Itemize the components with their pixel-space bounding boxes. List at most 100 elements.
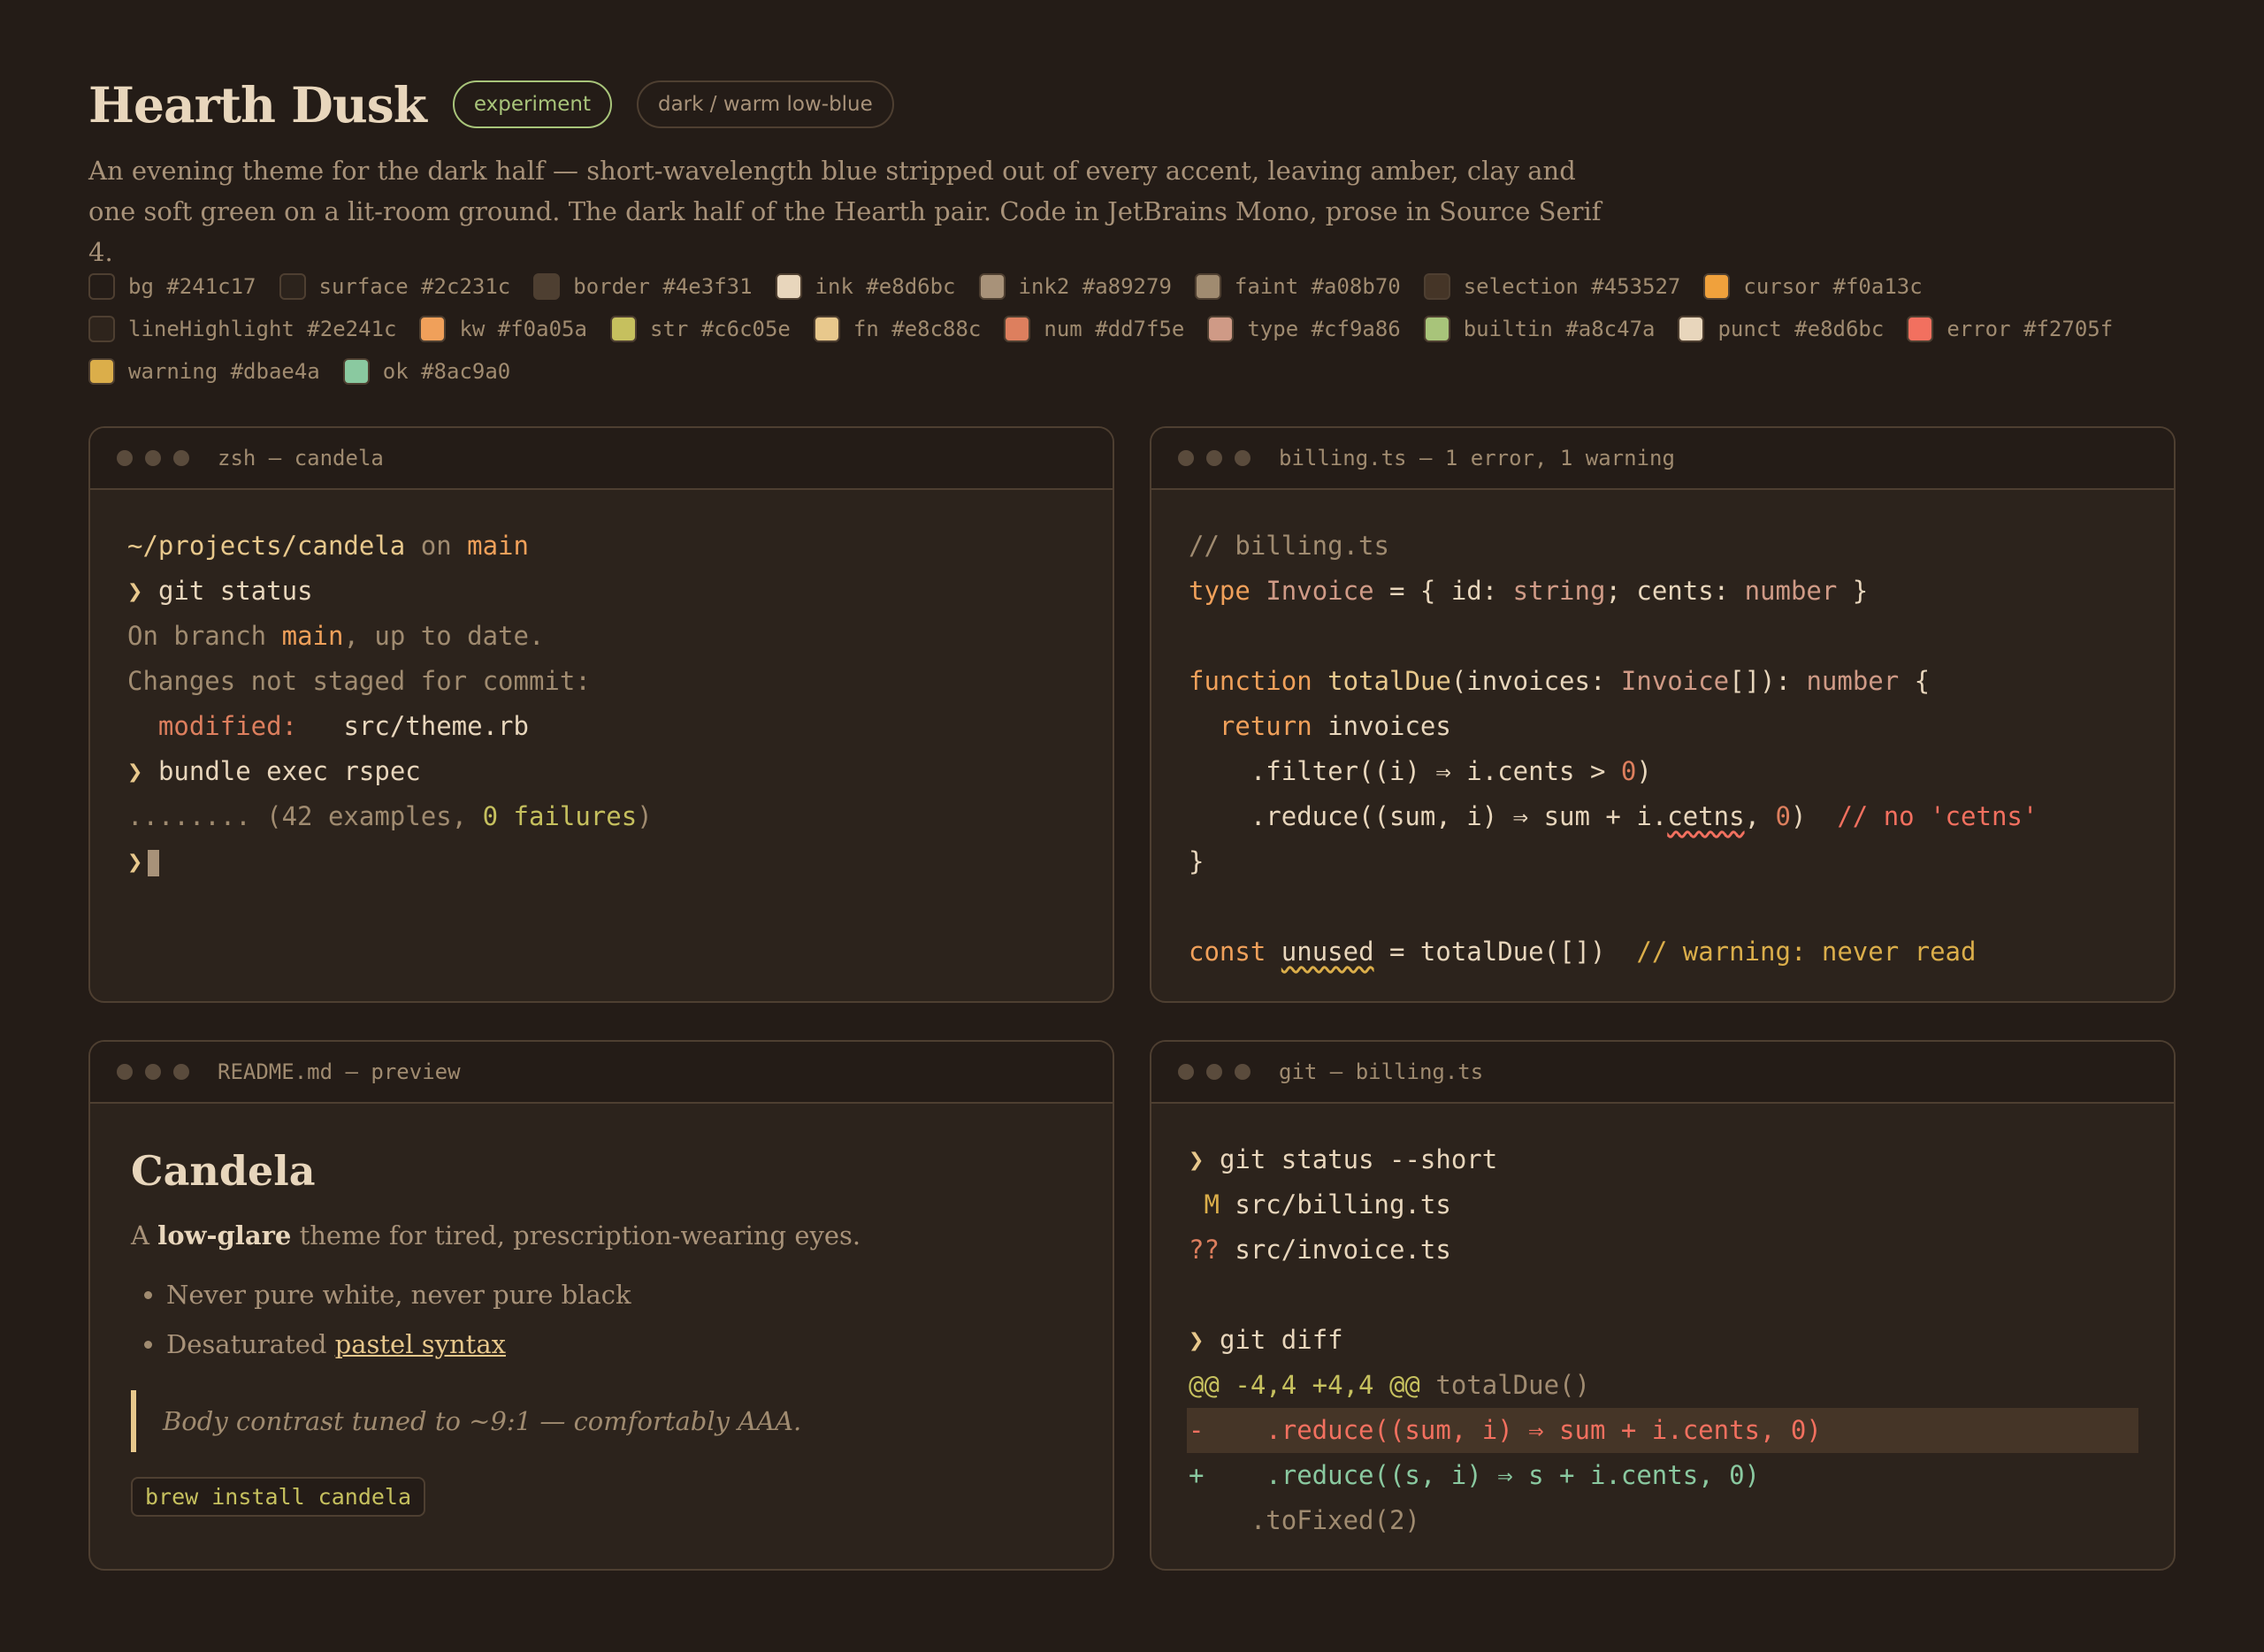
readme-list: Never pure white, never pure black Desat… [166, 1270, 1072, 1369]
window-dot-icon[interactable] [117, 1064, 133, 1080]
prompt-icon: ❯ [127, 846, 143, 876]
swatch-label: selection #453527 [1463, 274, 1681, 299]
on-label: on [420, 531, 452, 561]
swatch-item: faint #a08b70 [1194, 265, 1401, 308]
swatch-label: error #f2705f [1947, 317, 2114, 341]
terminal-line: ❯ bundle exec rspec [127, 749, 1075, 794]
window-dot-icon[interactable] [145, 1064, 161, 1080]
diff-hunk-header: @@ -4,4 +4,4 @@ totalDue() [1189, 1363, 2137, 1408]
failures-count: 0 failures [482, 801, 638, 831]
terminal-line: ........ (42 examples, 0 failures) [127, 794, 1075, 839]
color-chip [88, 358, 115, 385]
terminal-body[interactable]: ~/projects/candela on main ❯ git status … [90, 490, 1113, 918]
mode-badge: dark / warm low-blue [636, 80, 894, 128]
readme-panel: README.md — preview Candela A low-glare … [88, 1040, 1114, 1571]
swatch-label: warning #dbae4a [128, 359, 320, 384]
color-chip [88, 273, 115, 300]
color-chip [342, 358, 370, 385]
diff-context-line: .toFixed(2) [1189, 1505, 1420, 1535]
readme-titlebar: README.md — preview [90, 1042, 1113, 1104]
number-literal: 0 [1620, 756, 1637, 786]
code-line: const unused = totalDue([]) // warning: … [1189, 929, 2137, 975]
hunk-function: totalDue() [1419, 1370, 1590, 1400]
readme-paragraph: A low-glare theme for tired, prescriptio… [131, 1220, 1072, 1250]
hunk-range: @@ -4,4 +4,4 @@ [1189, 1370, 1420, 1400]
editor-panel: billing.ts — 1 error, 1 warning // billi… [1150, 426, 2176, 1003]
window-dot-icon[interactable] [1178, 1064, 1194, 1080]
code-text: (invoices: [1450, 666, 1621, 696]
window-dot-icon[interactable] [1235, 1064, 1251, 1080]
readme-title: README.md — preview [218, 1059, 461, 1084]
swatch-item: border #4e3f31 [533, 265, 753, 308]
command-text: git status --short [1219, 1144, 1498, 1174]
warning-squiggle[interactable]: unused [1281, 937, 1374, 967]
window-dot-icon[interactable] [1178, 450, 1194, 466]
list-item: Never pure white, never pure black [166, 1270, 1072, 1319]
color-swatches: bg #241c17 surface #2c231c border #4e3f31 i… [88, 265, 2176, 393]
page-title: Hearth Dusk [88, 75, 427, 134]
swatch-item: num #dd7f5e [1004, 308, 1184, 350]
swatch-label: ink2 #a89279 [1018, 274, 1172, 299]
experiment-badge: experiment [452, 80, 612, 128]
swatch-label: cursor #f0a13c [1743, 274, 1923, 299]
swatch-label: punct #e8d6bc [1717, 317, 1885, 341]
output-text: On branch [127, 621, 282, 651]
swatch-item: lineHighlight #2e241c [88, 308, 396, 350]
command-text: git diff [1219, 1325, 1343, 1355]
pastel-syntax-link[interactable]: pastel syntax [335, 1329, 506, 1359]
keyword: const [1189, 937, 1266, 967]
swatch-item: cursor #f0a13c [1703, 265, 1923, 308]
window-dot-icon[interactable] [117, 450, 133, 466]
color-chip [1207, 316, 1235, 342]
type-name: Invoice [1266, 576, 1374, 606]
color-chip [88, 316, 115, 342]
swatch-item: punct #e8d6bc [1678, 308, 1884, 350]
code-line: .filter((i) ⇒ i.cents > 0) [1189, 749, 2137, 794]
swatch-item: ink #e8d6bc [775, 265, 956, 308]
color-chip [279, 273, 306, 300]
git-title: git — billing.ts [1279, 1059, 1484, 1084]
code-text: } [1837, 576, 1869, 606]
test-progress: ........ (42 examples, [127, 801, 483, 831]
color-chip [1423, 316, 1450, 342]
cwd-path: ~/projects/candela [127, 531, 406, 561]
swatch-label: border #4e3f31 [573, 274, 753, 299]
type-name: string [1512, 576, 1606, 606]
terminal-line: On branch main, up to date. [127, 614, 1075, 659]
code-text: { [1899, 666, 1931, 696]
untracked-flag: ?? [1189, 1235, 1220, 1265]
output-text: ) [637, 801, 653, 831]
color-chip [978, 273, 1006, 300]
window-dot-icon[interactable] [1206, 1064, 1222, 1080]
error-comment: // no 'cetns' [1837, 801, 2038, 831]
inline-code[interactable]: brew install candela [131, 1477, 426, 1517]
paragraph-text: A [131, 1220, 158, 1250]
error-squiggle[interactable]: cetns [1667, 801, 1744, 831]
window-dot-icon[interactable] [145, 450, 161, 466]
file-name: src/billing.ts [1219, 1189, 1451, 1220]
code-text: .filter((i) ⇒ i.cents > [1189, 756, 1621, 786]
swatch-label: bg #241c17 [128, 274, 256, 299]
git-body[interactable]: ❯ git status --short M src/billing.ts ??… [1151, 1104, 2174, 1569]
code-line: .reduce((sum, i) ⇒ sum + i.cetns, 0) // … [1189, 794, 2137, 839]
type-name: number [1744, 576, 1838, 606]
file-name: src/invoice.ts [1219, 1235, 1451, 1265]
swatch-label: kw #f0a05a [459, 317, 587, 341]
editor-body[interactable]: // billing.ts type Invoice = { id: strin… [1151, 490, 2174, 1001]
swatch-label: str #c6c05e [649, 317, 791, 341]
window-dot-icon[interactable] [1206, 450, 1222, 466]
prompt-icon: ❯ [127, 576, 143, 606]
window-dot-icon[interactable] [1235, 450, 1251, 466]
swatch-label: builtin #a8c47a [1463, 317, 1656, 341]
color-chip [813, 316, 840, 342]
color-chip [775, 273, 802, 300]
code-text: ; cents: [1605, 576, 1745, 606]
window-dot-icon[interactable] [173, 1064, 189, 1080]
code-text: = totalDue([]) [1373, 937, 1637, 967]
type-name: Invoice [1620, 666, 1730, 696]
window-dot-icon[interactable] [173, 450, 189, 466]
git-titlebar: git — billing.ts [1151, 1042, 2174, 1104]
prompt-icon: ❯ [1189, 1325, 1205, 1355]
terminal-title: zsh — candela [218, 446, 384, 470]
